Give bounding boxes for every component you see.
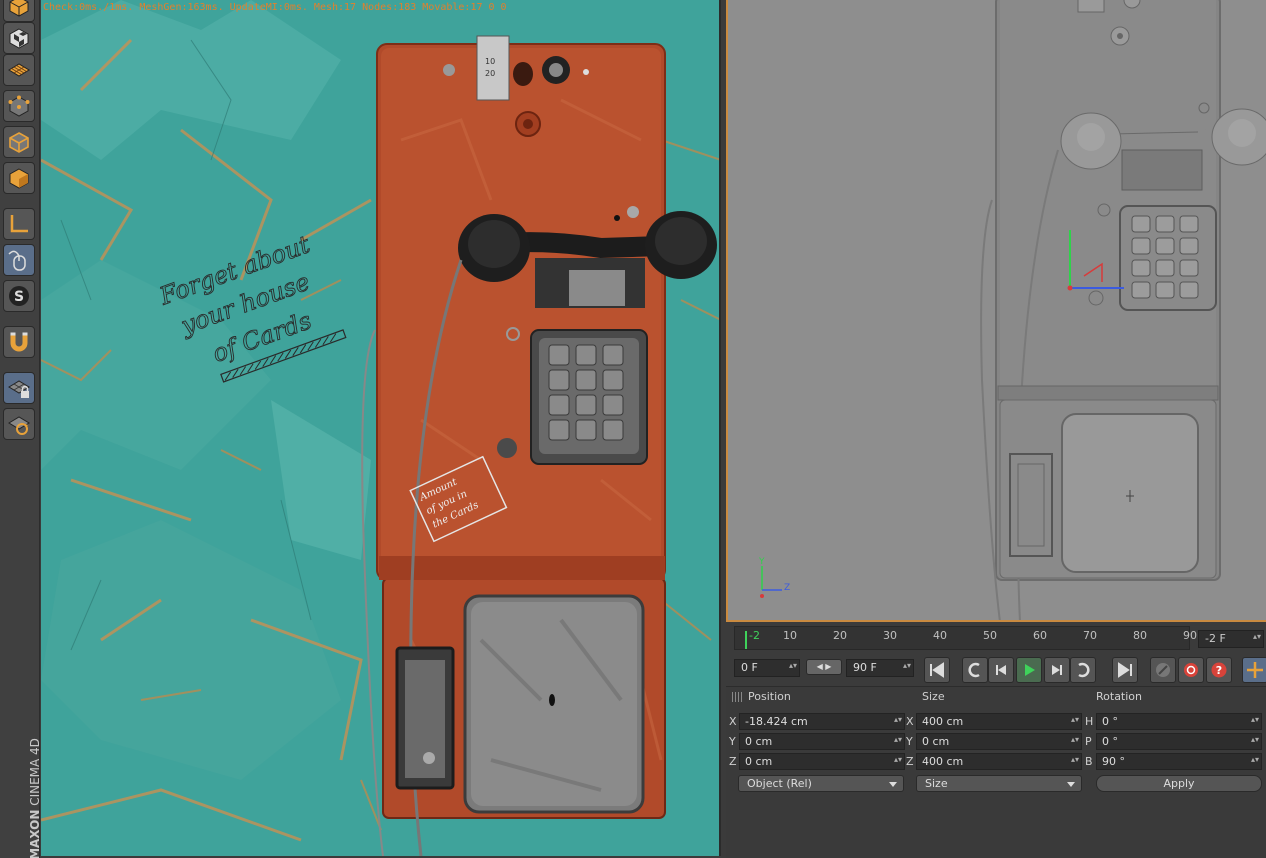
axis-mode-icon[interactable] [3,208,35,240]
position-z-label: Z [729,755,737,768]
size-y-field[interactable]: 0 cm ▴▾ [916,733,1082,750]
position-x-field[interactable]: -18.424 cm ▴▾ [739,713,905,730]
viewport-hud-stats: Check:0ms./1ms. MeshGen:163ms. UpdateMI:… [43,2,507,13]
size-z-field[interactable]: 400 cm ▴▾ [916,753,1082,770]
render-viewport[interactable]: Check:0ms./1ms. MeshGen:163ms. UpdateMI:… [41,0,721,856]
rotation-header: Rotation [1096,690,1143,703]
edges-mode-icon[interactable] [3,126,35,158]
timeline-tick: 70 [1083,629,1097,642]
position-x-value: -18.424 cm [745,715,808,728]
coordinate-mode-dropdown[interactable]: Object (Rel) [738,775,904,792]
current-frame-value: -2 F [1205,632,1226,645]
position-y-value: 0 cm [745,735,773,748]
loop-forward-icon[interactable] [1070,657,1096,683]
magnet-icon[interactable] [3,326,35,358]
size-z-label: Z [906,755,914,768]
loop-back-icon[interactable] [962,657,988,683]
start-frame-field[interactable]: 0 F ▴▾ [734,659,800,677]
svg-text:S: S [14,289,24,305]
move-tool-icon[interactable] [1242,657,1266,683]
checker-cube-icon[interactable] [3,22,35,54]
timeline-current-label: -2 [749,629,760,642]
range-slider-icon[interactable]: ◀ ▶ [806,659,842,675]
workplane-lock-icon[interactable] [3,372,35,404]
timeline-tick: 30 [883,629,897,642]
size-y-value: 0 cm [922,735,950,748]
svg-text:20: 20 [485,69,495,78]
rotation-p-label: P [1085,735,1092,748]
timeline-tick: 50 [983,629,997,642]
size-header: Size [922,690,945,703]
end-frame-value: 90 F [853,661,877,674]
transport-bar: 0 F ▴▾ ◀ ▶ 90 F ▴▾ ? [726,654,1266,686]
timeline[interactable]: -2 10 20 30 40 50 60 70 80 90 -2 F ▴▾ [726,624,1266,654]
timeline-tick: 20 [833,629,847,642]
rotation-b-value: 90 ° [1102,755,1125,768]
position-y-label: Y [729,735,736,748]
timeline-ruler[interactable]: -2 10 20 30 40 50 60 70 80 90 [734,626,1197,650]
tweak-mouse-icon[interactable] [3,244,35,276]
plane-grid-icon[interactable] [3,54,35,86]
position-x-label: X [729,715,737,728]
step-forward-icon[interactable] [1044,657,1070,683]
rotation-p-value: 0 ° [1102,735,1118,748]
go-to-start-icon[interactable] [924,657,950,683]
size-z-value: 400 cm [922,755,964,768]
brand-maxon: MAXON [27,809,42,858]
render-scene: Forget about your house of Cards 10 20 A… [41,0,719,856]
position-z-value: 0 cm [745,755,773,768]
workplane-rotate-icon[interactable] [3,408,35,440]
coordinate-manager: Position Size Rotation X -18.424 cm ▴▾ X … [726,686,1266,858]
axis-label-z: Z [784,583,791,593]
polygons-mode-icon[interactable] [3,162,35,194]
svg-text:10: 10 [485,57,495,66]
position-z-field[interactable]: 0 cm ▴▾ [739,753,905,770]
snap-s-icon[interactable]: S [3,280,35,312]
rotation-b-field[interactable]: 90 ° ▴▾ [1096,753,1262,770]
size-x-value: 400 cm [922,715,964,728]
go-to-end-icon[interactable] [1112,657,1138,683]
editor-viewport[interactable]: Y Z [726,0,1266,622]
size-mode-dropdown[interactable]: Size [916,775,1082,792]
rotation-h-label: H [1085,715,1094,728]
position-y-field[interactable]: 0 cm ▴▾ [739,733,905,750]
timeline-tick: 10 [783,629,797,642]
record-icon[interactable] [1178,657,1204,683]
clay-scene [728,0,1266,620]
svg-text:?: ? [1216,664,1222,677]
brand-logo: MAXON CINEMA 4D [2,738,42,858]
key-disabled-icon[interactable] [1150,657,1176,683]
rotation-p-field[interactable]: 0 ° ▴▾ [1096,733,1262,750]
timeline-tick: 40 [933,629,947,642]
cinema4d-window: S MAXON CINEMA 4D Check:0ms./1ms. MeshGe… [0,0,1266,858]
left-toolbar: S MAXON CINEMA 4D [0,0,42,858]
timeline-playhead[interactable] [745,631,747,649]
play-icon[interactable] [1016,657,1042,683]
brand-cinema4d: CINEMA 4D [27,738,42,806]
timeline-tick: 90 [1183,629,1197,642]
step-back-icon[interactable] [988,657,1014,683]
panel-grip-icon[interactable] [732,692,742,702]
apply-button[interactable]: Apply [1096,775,1262,792]
timeline-tick: 80 [1133,629,1147,642]
payphone-body: 10 20 Amount of you in the Cards [361,35,717,856]
points-mode-icon[interactable] [3,90,35,122]
timeline-tick: 60 [1033,629,1047,642]
rotation-h-value: 0 ° [1102,715,1118,728]
size-y-label: Y [906,735,913,748]
size-x-field[interactable]: 400 cm ▴▾ [916,713,1082,730]
axis-label-y: Y [759,557,765,567]
position-header: Position [748,690,791,703]
cube-icon[interactable] [3,0,35,22]
size-x-label: X [906,715,914,728]
rotation-h-field[interactable]: 0 ° ▴▾ [1096,713,1262,730]
help-icon[interactable]: ? [1206,657,1232,683]
start-frame-value: 0 F [741,661,758,674]
rotation-b-label: B [1085,755,1093,768]
end-frame-field[interactable]: 90 F ▴▾ [846,659,914,677]
current-frame-field[interactable]: -2 F ▴▾ [1198,630,1264,648]
